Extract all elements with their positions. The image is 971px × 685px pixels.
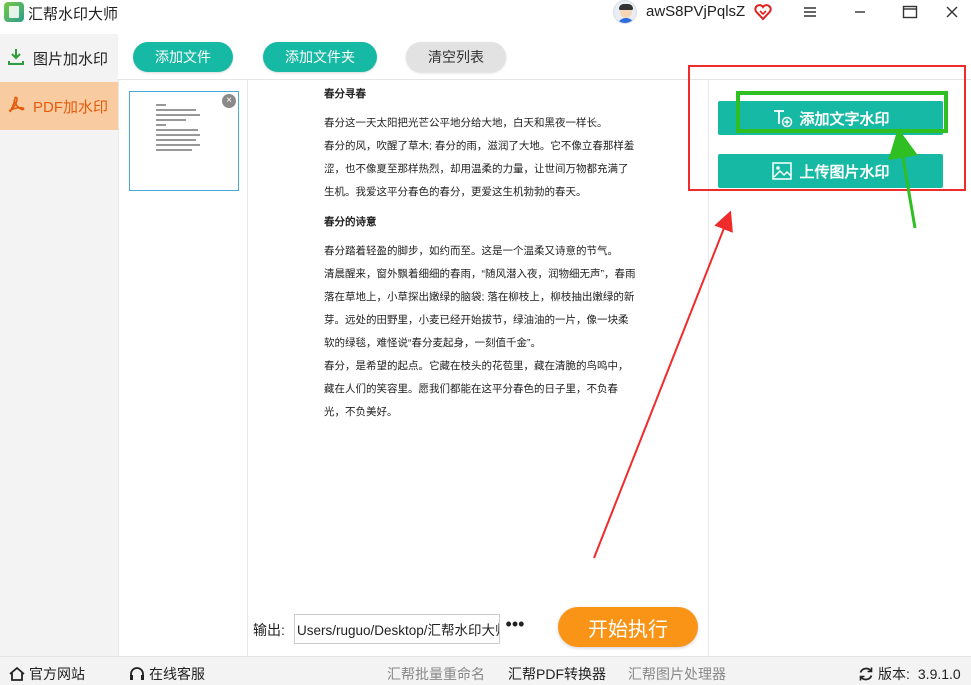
add-text-watermark-label: 添加文字水印	[799, 110, 890, 128]
app-logo-icon	[4, 2, 24, 22]
add-folder-button[interactable]: 添加文件夹	[263, 42, 377, 72]
doc-heading: 春分寻春	[324, 88, 366, 100]
thumbnail-page-preview	[156, 104, 206, 154]
version-info[interactable]: 版本: 3.9.1.0	[858, 664, 961, 684]
upload-image-watermark-button[interactable]: 上传图片水印	[718, 154, 943, 188]
sidebar-item-label: PDF加水印	[33, 99, 109, 116]
batch-rename-link[interactable]: 汇帮批量重命名	[387, 664, 485, 684]
vip-heart-icon[interactable]	[753, 2, 773, 22]
output-path-field[interactable]	[294, 614, 500, 644]
file-thumbnail[interactable]: ×	[129, 91, 239, 191]
output-row: 输出: ••• 开始执行	[249, 605, 709, 656]
username[interactable]: awS8PVjPqlsZ	[646, 3, 745, 20]
sidebar-item-pdf-watermark[interactable]: PDF加水印	[0, 82, 118, 130]
official-site-link[interactable]: 官方网站	[9, 664, 85, 684]
refresh-icon	[859, 667, 873, 681]
version-value: 3.9.1.0	[917, 666, 961, 682]
start-button[interactable]: 开始执行	[558, 607, 698, 647]
browse-more-button[interactable]: •••	[505, 615, 525, 637]
add-file-button[interactable]: 添加文件	[133, 42, 233, 72]
close-icon[interactable]	[932, 0, 971, 24]
minimize-icon[interactable]	[840, 0, 880, 24]
doc-paragraph: 春分踏着轻盈的脚步，如约而至。这是一个温柔又诗意的节气。	[324, 245, 618, 257]
footer: 官方网站 在线客服 汇帮批量重命名 汇帮PDF转换器 汇帮图片处理器 版本: 3…	[0, 656, 971, 685]
add-text-watermark-button[interactable]: 添加文字水印	[718, 101, 943, 135]
online-service-link[interactable]: 在线客服	[129, 664, 205, 684]
text-add-icon	[774, 110, 793, 128]
image-processor-link[interactable]: 汇帮图片处理器	[628, 664, 726, 684]
image-download-icon	[8, 49, 24, 65]
document-page: 春分寻春 春分这一天太阳把光芒公平地分给大地，白天和黑夜一样长。 春分的风，吹醒…	[324, 84, 636, 424]
sidebar-item-image-watermark[interactable]: 图片加水印	[0, 34, 118, 82]
app-title: 汇帮水印大师	[28, 6, 119, 23]
doc-heading: 春分的诗意	[324, 216, 377, 228]
doc-paragraph: 春分这一天太阳把光芒公平地分给大地，白天和黑夜一样长。	[324, 117, 608, 129]
title-bar: 汇帮水印大师 awS8PVjPqlsZ	[0, 0, 971, 24]
pdf-converter-link[interactable]: 汇帮PDF转换器	[508, 664, 606, 684]
sidebar-item-label: 图片加水印	[33, 51, 109, 68]
avatar[interactable]	[613, 0, 637, 24]
upload-image-watermark-label: 上传图片水印	[799, 163, 890, 181]
document-preview: 春分寻春 春分这一天太阳把光芒公平地分给大地，白天和黑夜一样长。 春分的风，吹醒…	[249, 80, 709, 605]
clear-list-button[interactable]: 清空列表	[406, 42, 506, 72]
file-thumbnail-list: ×	[118, 80, 248, 656]
doc-paragraph: 清晨醒来，窗外飘着细细的春雨，“随风潜入夜，润物细无声”，春雨落在草地上，小草探…	[324, 268, 636, 349]
output-label: 输出:	[253, 622, 285, 638]
image-icon	[772, 162, 793, 180]
official-site-label: 官方网站	[29, 666, 85, 682]
doc-paragraph: 春分的风，吹醒了草木; 春分的雨，滋润了大地。它不像立春那样羞涩，也不像夏至那样…	[324, 140, 635, 198]
toolbar: 添加文件 添加文件夹 清空列表	[118, 34, 971, 80]
maximize-icon[interactable]	[890, 0, 930, 24]
online-service-label: 在线客服	[149, 666, 205, 682]
app-window: 汇帮水印大师 awS8PVjPqlsZ 图片加水印 PDF加水印 添加文件 添加…	[0, 0, 971, 685]
home-icon	[9, 666, 25, 681]
watermark-panel: 添加文字水印 上传图片水印	[710, 80, 971, 656]
pdf-icon	[8, 96, 25, 113]
menu-icon[interactable]	[790, 0, 830, 24]
headset-icon	[130, 667, 144, 680]
remove-file-icon[interactable]: ×	[222, 94, 236, 108]
doc-paragraph: 春分，是希望的起点。它藏在枝头的花苞里，藏在清脆的鸟鸣中，藏在人们的笑容里。愿我…	[324, 360, 629, 418]
sidebar: 图片加水印 PDF加水印	[0, 34, 118, 656]
version-label: 版本:	[878, 666, 910, 682]
